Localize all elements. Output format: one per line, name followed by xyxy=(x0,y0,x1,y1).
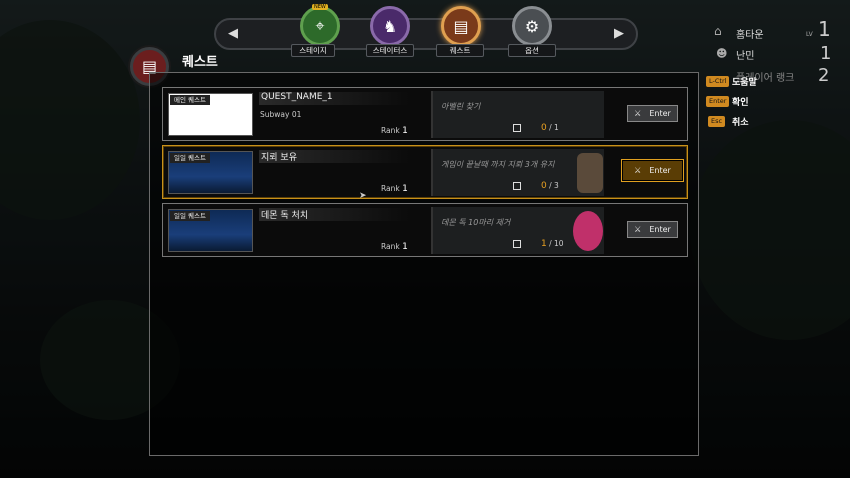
quest-progress: 0 / 1 xyxy=(541,123,559,133)
top-nav-bar xyxy=(214,18,638,50)
quest-name: 데몬 독 처치 xyxy=(259,208,409,221)
enter-button[interactable]: ⚔ Enter xyxy=(627,221,678,238)
nav-stage-label: 스테이지 xyxy=(291,44,335,57)
quest-goal-box: 아벨린 찾기 0 / 1 xyxy=(431,91,604,138)
quest-rank: Rank 1 xyxy=(381,126,408,136)
refugee-label: 난민 xyxy=(736,51,755,62)
help-label: 도움말 xyxy=(732,78,757,88)
player-rank-value: 2 xyxy=(818,65,830,86)
npc-portrait xyxy=(577,153,603,193)
wolf-head-icon: ♞ xyxy=(382,16,398,36)
nav-option-label: 옵션 xyxy=(508,44,556,57)
nav-quest-label: 퀘스트 xyxy=(436,44,484,57)
quest-goal-box: 데몬 독 10마리 제거 1 / 10 xyxy=(431,207,604,254)
key-badge: Esc xyxy=(708,116,726,127)
quest-checkbox xyxy=(513,124,521,132)
sword-icon: ⚔ xyxy=(634,225,642,234)
quest-row[interactable]: 일일 퀘스트 지뢰 보유 Rank 1 게임이 끝날때 까지 지뢰 3개 유지 … xyxy=(162,145,688,199)
hometown-label: 홈타운 xyxy=(736,30,764,41)
quest-name: QUEST_NAME_1 xyxy=(259,92,409,105)
person-icon: ☻ xyxy=(716,47,728,60)
quest-row[interactable]: 일일 퀘스트 데몬 독 처치 Rank 1 데몬 독 10마리 제거 1 / 1… xyxy=(162,203,688,257)
cancel-label: 취소 xyxy=(732,118,749,128)
nav-stage-button[interactable]: ⌖ xyxy=(300,6,340,46)
mouse-cursor: ➤ xyxy=(359,191,367,201)
quest-checkbox xyxy=(513,240,521,248)
quest-goal-text: 아벨린 찾기 xyxy=(441,102,481,111)
nav-status-button[interactable]: ♞ xyxy=(370,6,410,46)
quest-row[interactable]: 메인 퀘스트 QUEST_NAME_1 Subway 01 Rank 1 아벨린… xyxy=(162,87,688,141)
quest-subtitle: Subway 01 xyxy=(260,110,302,119)
quest-goal-box: 게임이 끝날때 까지 지뢰 3개 유지 0 / 3 xyxy=(431,149,604,196)
nav-prev-arrow[interactable]: ◀ xyxy=(224,25,242,43)
quest-thumbnail: 일일 퀘스트 xyxy=(168,209,253,252)
new-badge: NEW xyxy=(312,4,328,10)
key-badge: L-Ctrl xyxy=(706,76,730,87)
quest-type-badge: 일일 퀘스트 xyxy=(170,211,210,221)
nav-status-label: 스테이터스 xyxy=(366,44,414,57)
quest-thumbnail: 일일 퀘스트 xyxy=(168,151,253,194)
quest-goal-text: 데몬 독 10마리 제거 xyxy=(441,218,511,227)
quest-progress: 0 / 3 xyxy=(541,181,559,191)
quest-rank: Rank 1 xyxy=(381,242,408,252)
sword-icon: ⚔ xyxy=(634,166,642,175)
quest-name: 지뢰 보유 xyxy=(259,150,409,163)
map-pin-icon: ⌖ xyxy=(315,16,325,35)
house-icon: ⌂ xyxy=(714,24,722,38)
monster-portrait xyxy=(573,211,603,251)
confirm-label: 확인 xyxy=(732,98,749,108)
quest-type-badge: 일일 퀘스트 xyxy=(170,153,210,163)
hometown-lv-label: LV xyxy=(806,31,813,38)
sword-icon: ⚔ xyxy=(634,109,642,118)
quest-thumbnail: 메인 퀘스트 xyxy=(168,93,253,136)
enter-button[interactable]: ⚔ Enter xyxy=(621,159,684,182)
key-badge: Enter xyxy=(706,96,730,107)
refugee-count: 1 xyxy=(820,43,832,64)
hometown-level: 1 xyxy=(818,17,831,41)
nav-next-arrow[interactable]: ▶ xyxy=(610,25,628,43)
quest-rank: Rank 1 xyxy=(381,184,408,194)
quest-checkbox xyxy=(513,182,521,190)
page-title: 퀘스트 xyxy=(182,55,218,70)
nav-quest-button[interactable]: ▤ xyxy=(441,6,481,46)
scroll-icon: ▤ xyxy=(453,16,469,36)
quest-goal-text: 게임이 끝날때 까지 지뢰 3개 유지 xyxy=(441,160,555,169)
quest-progress: 1 / 10 xyxy=(541,239,564,249)
enter-button[interactable]: ⚔ Enter xyxy=(627,105,678,122)
gear-icon: ⚙ xyxy=(524,16,540,36)
nav-option-button[interactable]: ⚙ xyxy=(512,6,552,46)
quest-type-badge: 메인 퀘스트 xyxy=(170,95,210,105)
